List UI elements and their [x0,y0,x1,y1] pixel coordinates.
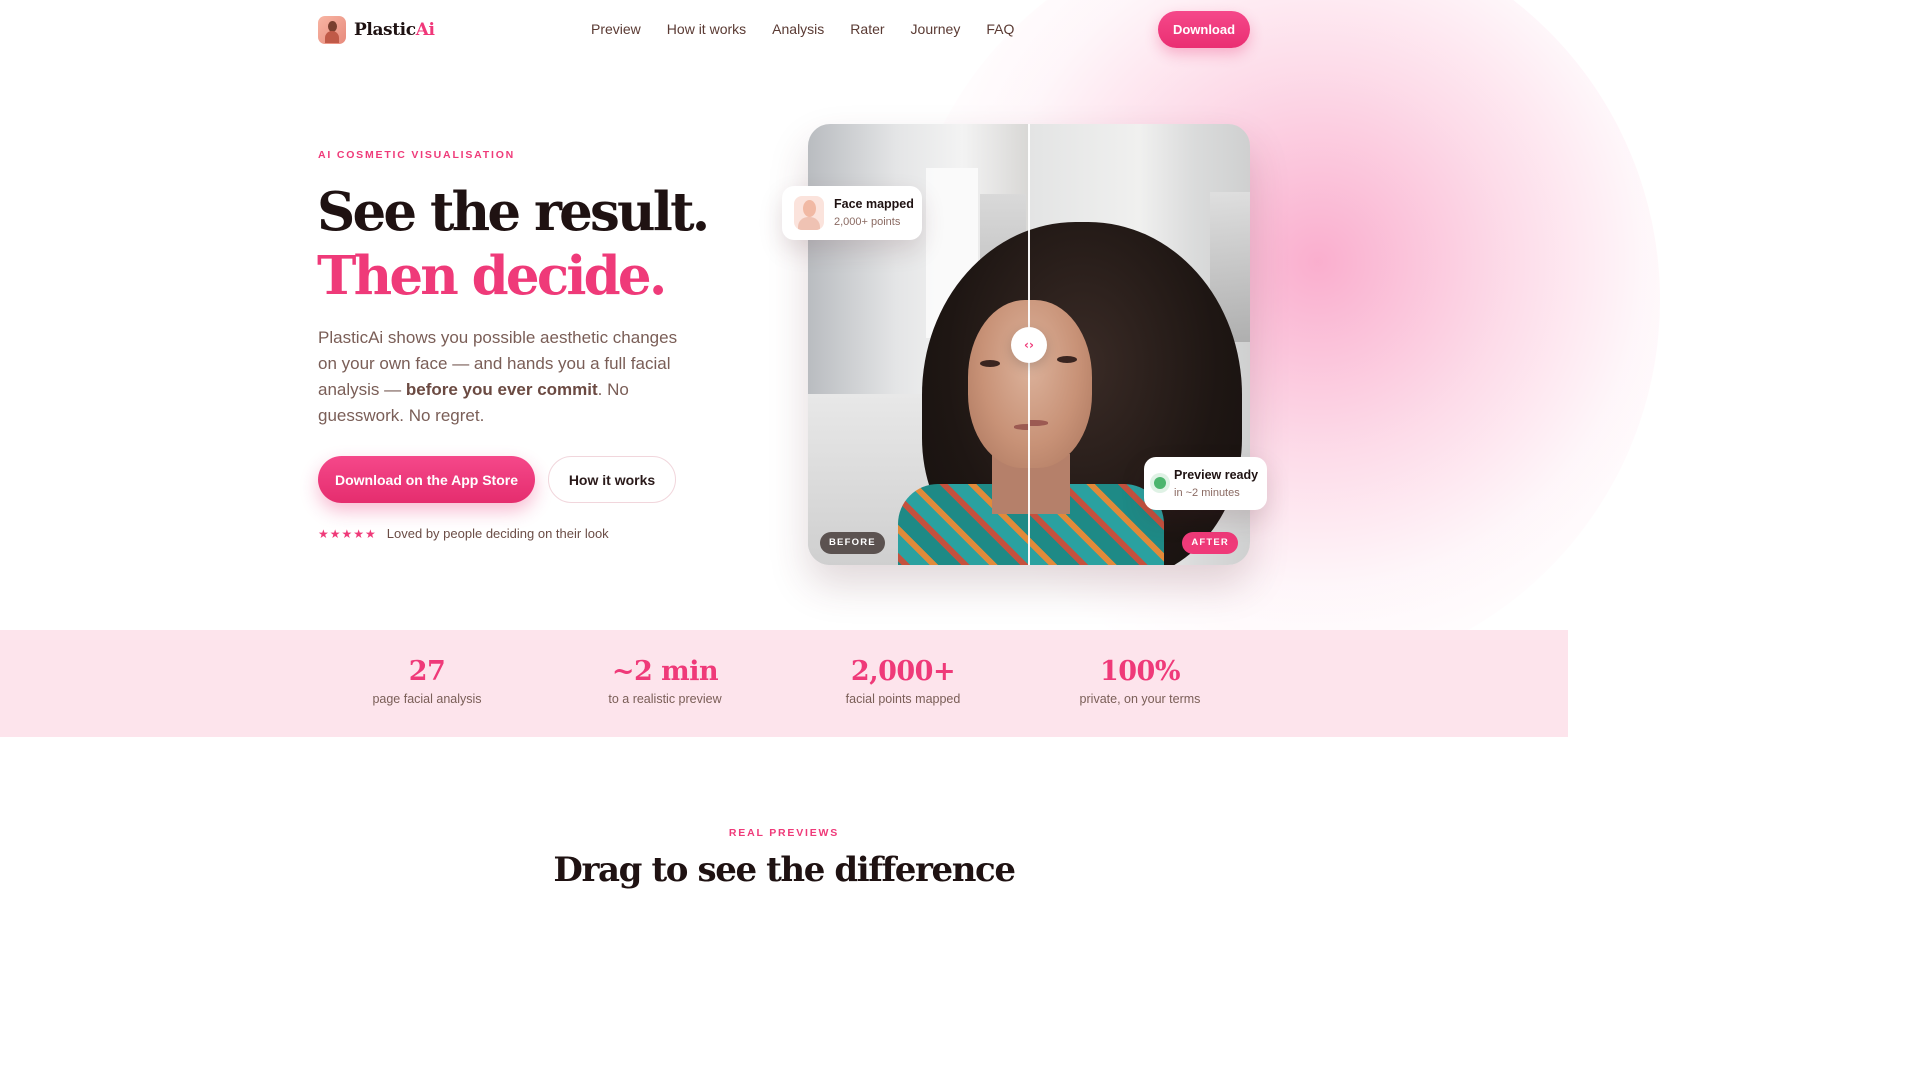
stat-analysis: 27 page facial analysis [317,654,537,706]
stat-value: 2,000+ [850,656,956,687]
top-nav: PlasticAi Preview How it works Analysis … [318,10,1250,48]
stat-label: facial points mapped [845,692,961,706]
brand-logo[interactable]: PlasticAi [318,16,435,44]
headline-line-2: Then decide. [317,245,667,307]
app-store-download-button[interactable]: Download on the App Store [318,456,535,503]
stat-label: page facial analysis [372,692,482,706]
face-mapped-subtitle: 2,000+ points [834,216,901,228]
nav-link-journey[interactable]: Journey [911,21,961,37]
headline-line-1: See the result. [317,181,710,243]
hero-headline: See the result. Then decide. [317,180,710,308]
brand-name-part1: Plastic [354,20,416,40]
preview-ready-title: Preview ready [1174,468,1259,482]
rating-text: Loved by people deciding on their look [386,526,609,541]
face-silhouette-icon [794,196,824,230]
nav-link-analysis[interactable]: Analysis [772,21,824,37]
rating-row: ★★★★★ Loved by people deciding on their … [318,526,609,541]
star-rating-icon: ★★★★★ [318,526,377,541]
preview-ready-badge: Preview ready in ~2 minutes [1144,457,1267,510]
section-title: Drag to see the difference [553,850,1016,890]
before-label: BEFORE [820,532,885,554]
nav-link-rater[interactable]: Rater [850,21,884,37]
slider-handle-icon[interactable]: ‹› [1011,327,1047,363]
stat-value: ~2 min [611,656,719,687]
nav-link-preview[interactable]: Preview [591,21,641,37]
nav-link-faq[interactable]: FAQ [986,21,1014,37]
hero-eyebrow: AI COSMETIC VISUALISATION [318,149,516,161]
how-it-works-button[interactable]: How it works [548,456,676,503]
stats-band: 27 page facial analysis ~2 min to a real… [0,630,1568,737]
brand-name-part2: Ai [415,20,435,40]
stat-preview-time: ~2 min to a realistic preview [555,654,775,706]
stat-privacy: 100% private, on your terms [1030,654,1250,706]
status-dot-icon [1154,477,1166,489]
stat-value: 100% [1099,656,1181,687]
stat-label: to a realistic preview [608,692,722,706]
hero-lead: PlasticAi shows you possible aesthetic c… [318,325,678,429]
nav-download-button[interactable]: Download [1158,11,1250,48]
stat-facial-points: 2,000+ facial points mapped [793,654,1013,706]
preview-ready-subtitle: in ~2 minutes [1174,487,1240,499]
stat-value: 27 [408,656,446,687]
nav-links: Preview How it works Analysis Rater Jour… [591,21,1014,37]
logo-icon [318,16,346,44]
after-label: AFTER [1182,532,1238,554]
brand-name: PlasticAi [354,20,435,40]
nav-link-how-it-works[interactable]: How it works [667,21,746,37]
face-mapped-badge: Face mapped 2,000+ points [782,186,922,240]
section-eyebrow: REAL PREVIEWS [728,827,840,839]
stat-label: private, on your terms [1079,692,1201,706]
lead-emphasis: before you ever commit [405,380,598,399]
face-mapped-title: Face mapped [834,197,914,211]
